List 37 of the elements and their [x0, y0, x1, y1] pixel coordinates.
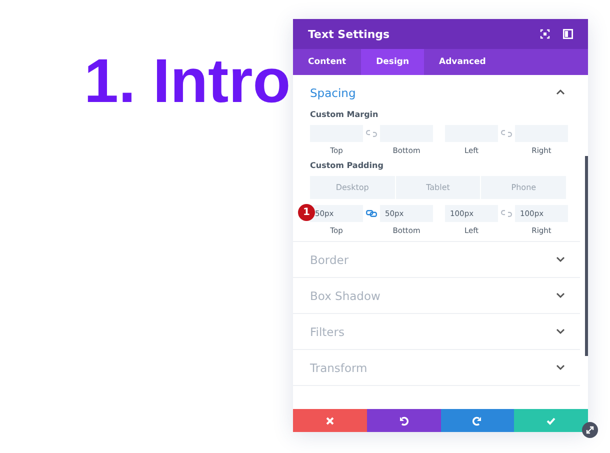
sidebar-toggle-icon[interactable] [563, 29, 573, 39]
section-header[interactable]: Filters [293, 314, 580, 349]
window-title: Text Settings [308, 28, 390, 40]
redo-button[interactable] [440, 409, 514, 432]
link-icon[interactable] [366, 209, 377, 218]
device-tab[interactable]: Desktop [310, 176, 395, 199]
field-label: Custom Margin [310, 110, 380, 119]
redo-icon [472, 416, 482, 426]
unlink-icon[interactable] [501, 129, 512, 138]
cancel-button[interactable] [293, 409, 367, 432]
save-button[interactable] [514, 409, 588, 432]
tab[interactable]: Advanced [424, 49, 501, 75]
field-label: Custom Padding [310, 161, 384, 170]
chevron-down-icon [556, 328, 565, 335]
section-header[interactable]: Transform [293, 350, 580, 385]
device-tab[interactable]: Phone [481, 176, 566, 199]
resize-icon [586, 426, 594, 434]
tab[interactable]: Content [293, 49, 362, 75]
section-header[interactable]: Box Shadow [293, 278, 580, 313]
chevron-down-icon [556, 256, 565, 263]
chevron-up-icon [556, 89, 565, 96]
section-header[interactable]: Border [293, 242, 580, 277]
section-header[interactable]: Spacing [293, 75, 580, 110]
chevron-down-icon [556, 292, 565, 299]
scrollbar[interactable] [585, 156, 588, 356]
save-icon [546, 416, 556, 426]
undo-icon [398, 416, 409, 426]
device-tab[interactable]: Tablet [396, 176, 480, 199]
undo-button[interactable] [366, 409, 440, 432]
unlink-icon[interactable] [366, 129, 377, 138]
chevron-down-icon [556, 364, 565, 371]
fullscreen-icon[interactable] [540, 29, 550, 39]
resize-handle[interactable] [582, 422, 598, 438]
unlink-icon[interactable] [501, 209, 512, 218]
page-heading: 1. Intro [84, 46, 291, 118]
cancel-icon [324, 416, 335, 426]
tab[interactable]: Design [361, 49, 424, 75]
